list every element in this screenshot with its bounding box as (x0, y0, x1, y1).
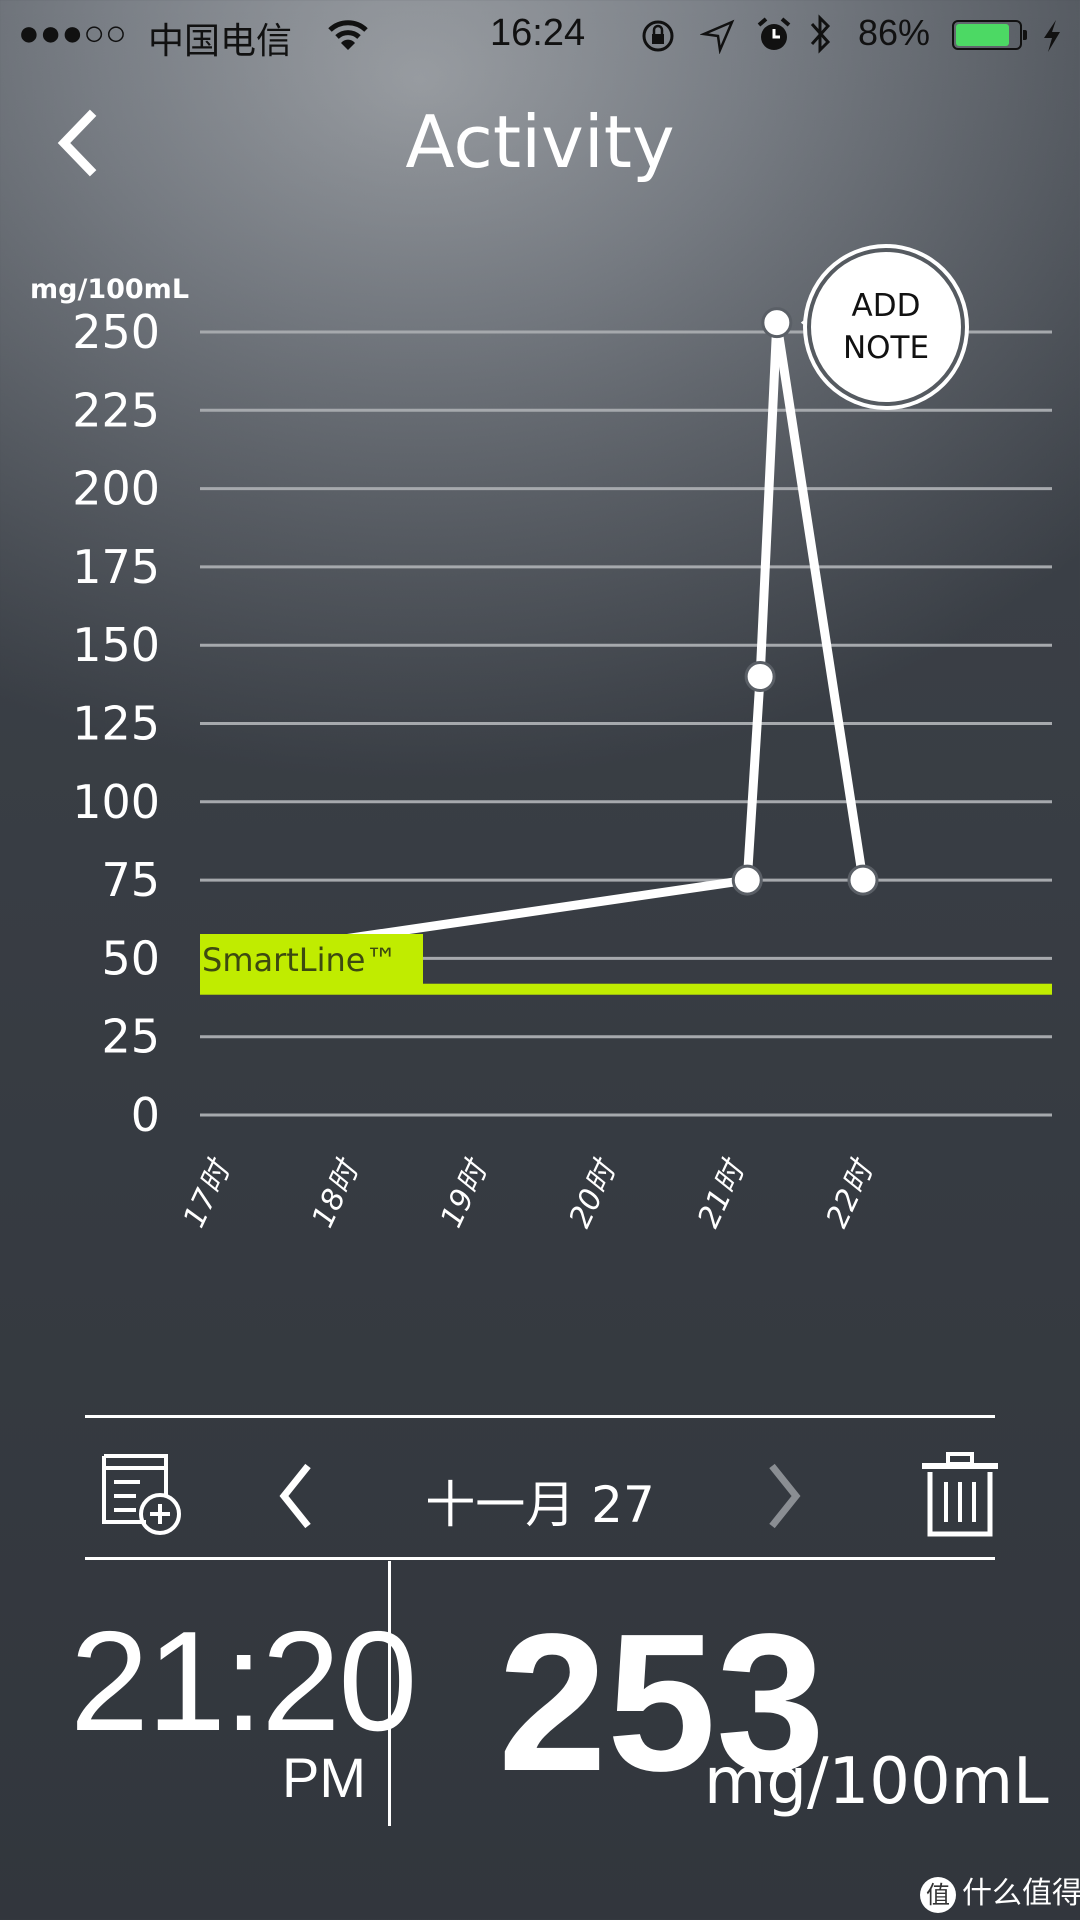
divider-top (85, 1415, 995, 1418)
x-tick-label: 22时 (820, 1153, 882, 1233)
y-tick-label: 75 (101, 853, 160, 907)
y-tick-label: 175 (72, 540, 160, 594)
series-line-segment (755, 318, 782, 682)
reading-ampm: PM (282, 1746, 366, 1809)
smartline-label: SmartLine™ (200, 934, 423, 993)
reading-unit: mg/100mL (704, 1745, 1049, 1819)
series-line-segment (742, 672, 765, 885)
reading-time: 21:20 (70, 1602, 417, 1761)
y-tick-label: 250 (72, 305, 160, 359)
add-note-button[interactable]: ADD NOTE (807, 248, 965, 406)
y-tick-label: 50 (101, 931, 160, 985)
y-tick-label: 225 (72, 383, 160, 437)
y-tick-label: 100 (72, 775, 160, 829)
watermark-logo: 值 (920, 1876, 956, 1913)
y-tick-label: 0 (131, 1088, 160, 1142)
selected-data-point[interactable] (761, 307, 793, 339)
next-day-button[interactable] (760, 1460, 810, 1532)
watermark-text: 什么值得买 (962, 1876, 1080, 1911)
x-tick-label: 18时 (305, 1153, 367, 1233)
chevron-left-icon (279, 1463, 311, 1529)
data-point[interactable] (744, 661, 776, 693)
trash-icon (922, 1452, 998, 1537)
x-tick-label: 20时 (563, 1153, 625, 1233)
delete-button[interactable] (920, 1450, 1000, 1538)
add-note-line1: ADD (851, 288, 921, 324)
x-tick-label: 17时 (177, 1153, 239, 1233)
add-note-line2: NOTE (842, 330, 930, 366)
data-point[interactable] (731, 864, 763, 896)
selected-date: 十一月 27 (425, 1476, 655, 1534)
y-tick-label: 150 (72, 618, 160, 672)
note-add-icon[interactable] (100, 1452, 184, 1538)
y-tick-label: 125 (72, 697, 160, 751)
y-tick-label: 200 (72, 462, 160, 516)
activity-chart[interactable]: 0 25 50 75 100 125 150 175 200 225 250 17时 18时 19时 20时… (0, 0, 1080, 1300)
watermark: 值什么值得买 (920, 1868, 1080, 1913)
x-tick-label: 19时 (434, 1153, 496, 1233)
y-tick-label: 25 (101, 1010, 160, 1064)
chevron-right-icon (769, 1463, 801, 1529)
x-tick-label: 21时 (691, 1153, 753, 1233)
divider-bottom (85, 1557, 995, 1560)
data-point[interactable] (847, 864, 879, 896)
previous-day-button[interactable] (270, 1460, 320, 1532)
series-line-segment (772, 318, 868, 885)
